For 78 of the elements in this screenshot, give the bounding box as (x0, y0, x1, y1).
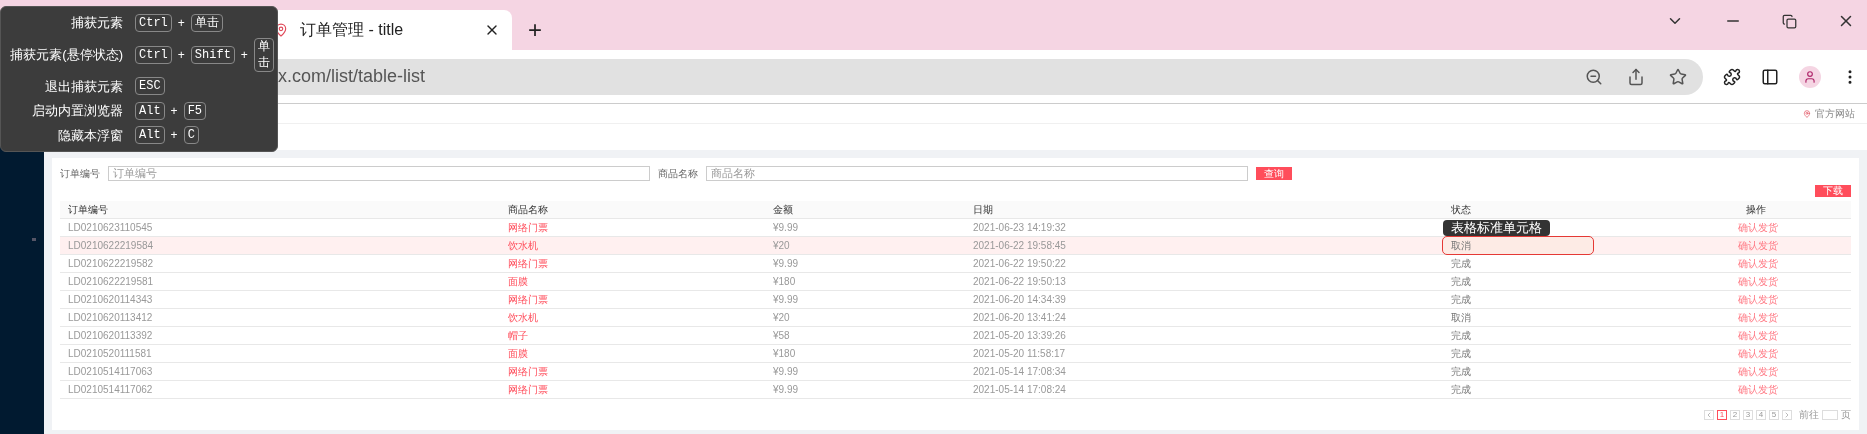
plus-sign: + (177, 14, 185, 32)
page-unit-label: 页 (1841, 408, 1851, 422)
column-header: 操作 (1745, 203, 1767, 217)
table-cell-text: LD0210622219581 (67, 275, 155, 289)
table-cell-text: 完成 (1450, 383, 1472, 397)
table-cell-text: ¥9.99 (772, 221, 800, 235)
table-cell-text: 完成 (1450, 365, 1472, 379)
table-cell-text: 2021-05-14 17:08:24 (972, 383, 1067, 397)
key-cap: C (183, 126, 199, 145)
column-header: 订单编号 (67, 203, 109, 217)
table-cell-text: ¥180 (772, 347, 797, 361)
key-cap: Shift (190, 45, 235, 64)
table-cell-text: ¥20 (772, 239, 791, 253)
table-cell-text: LD0210622219584 (67, 239, 155, 253)
table-cell-text: LD0210623110545 (67, 221, 154, 235)
table-cell-text: 完成 (1450, 293, 1472, 307)
table-cell-text: 2021-06-22 19:50:22 (972, 257, 1067, 271)
inspector-tooltip: 表格标准单元格 (1443, 220, 1550, 236)
plus-sign: + (170, 102, 178, 120)
table-cell-text: LD0210520111581 (67, 347, 153, 361)
column-header: 日期 (972, 203, 994, 217)
table-cell-text: ¥180 (772, 275, 797, 289)
table-cell-text: 2021-06-20 14:34:39 (972, 293, 1067, 307)
key-cap: ESC (135, 77, 165, 96)
table-cell-text: ¥58 (772, 329, 791, 343)
table-cell-text: ¥9.99 (772, 365, 800, 379)
table-cell-text: LD0210514117063 (67, 365, 154, 379)
table-cell-text: 2021-06-22 19:50:13 (972, 275, 1067, 289)
table-cell-text: 完成 (1450, 275, 1472, 289)
table-cell-text: 2021-06-20 13:41:24 (972, 311, 1067, 325)
table-cell-text: LD0210620113392 (67, 329, 154, 343)
table-cell-text: 面膜 (507, 275, 529, 289)
table-cell-text: 完成 (1450, 347, 1472, 361)
key-cap: 单击 (253, 37, 274, 72)
table-cell-text: ¥9.99 (772, 257, 800, 271)
search-label: 订单编号 (60, 167, 100, 181)
table-cell-text: 网络门票 (507, 221, 549, 235)
table-cell-text: 取消 (1450, 311, 1472, 325)
key-cap: F5 (183, 101, 207, 120)
table-cell-text: 完成 (1450, 329, 1472, 343)
shortcut-label: 启动内置浏览器 (31, 102, 123, 120)
table-cell-text: LD0210620114343 (67, 293, 154, 307)
table-cell-text: 网络门票 (507, 365, 549, 379)
search-label: 商品名称 (658, 167, 698, 181)
table-cell-text: 网络门票 (507, 293, 549, 307)
table-cell-text: 2021-06-23 14:19:32 (972, 221, 1067, 235)
goto-label: 前往 (1799, 408, 1819, 422)
table-cell-text: LD0210622219582 (67, 257, 155, 271)
plus-sign: + (170, 127, 178, 145)
column-header: 商品名称 (507, 203, 549, 217)
table-cell-text: LD0210620113412 (67, 311, 154, 325)
column-header: 状态 (1450, 203, 1472, 217)
table-cell-text: 面膜 (507, 347, 529, 361)
table-cell: 取消 (1443, 237, 1593, 254)
table-cell-text: 帽子 (507, 329, 529, 343)
key-cap: Alt (135, 126, 165, 145)
table-cell-text: 2021-05-14 17:08:34 (972, 365, 1067, 379)
key-cap: Alt (135, 101, 165, 120)
column-header: 金额 (772, 203, 794, 217)
table-cell-text: 饮水机 (507, 311, 539, 325)
address-text: x.com/list/table-list (278, 65, 426, 88)
table-cell-text: 网络门票 (507, 383, 549, 397)
table-cell-text: 2021-05-20 13:39:26 (972, 329, 1067, 343)
shortcut-label: 退出捕获元素 (44, 77, 123, 96)
table-cell-text: 完成 (1450, 257, 1472, 271)
table-cell-text: ¥9.99 (772, 383, 800, 397)
table-cell-text: 饮水机 (507, 239, 539, 253)
shortcut-label: 隐藏本浮窗 (57, 126, 123, 145)
key-cap: 单击 (190, 13, 223, 32)
table-cell-text: ¥9.99 (772, 293, 800, 307)
key-cap: Ctrl (135, 45, 172, 64)
table-cell-text: ¥20 (772, 311, 791, 325)
shortcut-label: 捕获元素 (70, 14, 123, 32)
table-cell-text: LD0210514117062 (67, 383, 154, 397)
table-cell-text: 2021-05-20 11:58:17 (972, 347, 1067, 361)
table-cell-text: 网络门票 (507, 257, 549, 271)
key-cap: Ctrl (135, 13, 172, 32)
table-cell-text: 2021-06-22 19:58:45 (972, 239, 1067, 253)
